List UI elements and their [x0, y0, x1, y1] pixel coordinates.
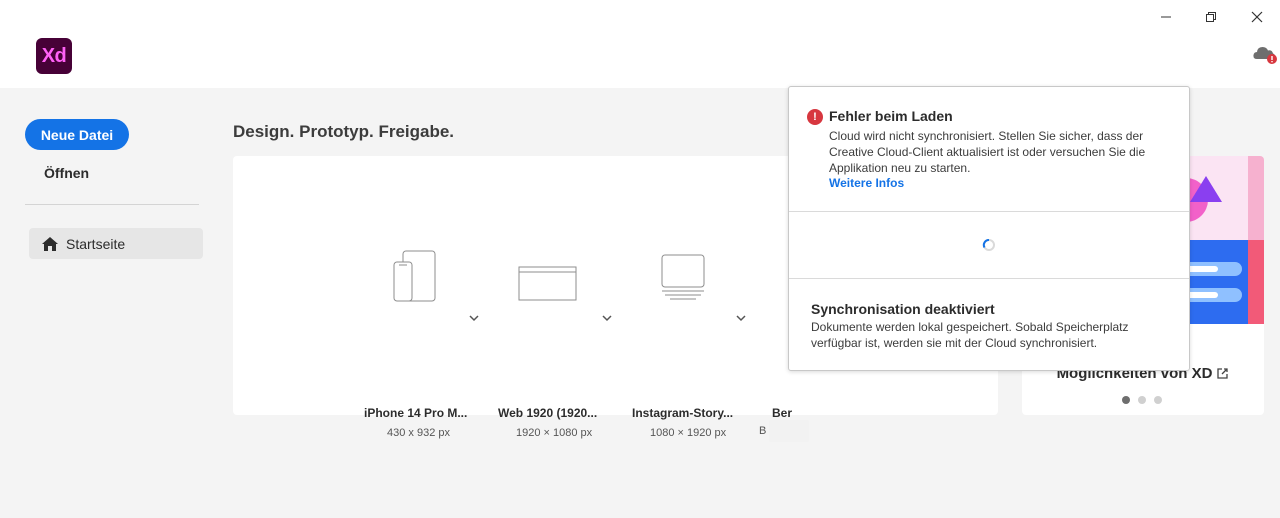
chevron-down-icon[interactable]: [735, 313, 747, 323]
chevron-down-icon[interactable]: [601, 313, 613, 323]
close-icon: [1251, 11, 1263, 23]
tablet-icon: [631, 250, 735, 302]
web-icon: [497, 250, 599, 302]
sidebar-divider: [25, 204, 199, 205]
cloud-sync-error-button[interactable]: [1252, 44, 1278, 66]
sync-title: Synchronisation deaktiviert: [811, 301, 995, 317]
close-button[interactable]: [1246, 6, 1268, 28]
alert-icon: !: [807, 109, 823, 125]
more-info-link[interactable]: Weitere Infos: [829, 176, 904, 190]
sidebar-item-home[interactable]: Startseite: [29, 228, 203, 259]
preset-iphone[interactable]: iPhone 14 Pro M... 430 x 932 px: [363, 250, 467, 439]
error-message: Cloud wird nicht synchronisiert. Stellen…: [829, 129, 1146, 175]
home-icon: [42, 236, 58, 251]
minimize-icon: [1161, 16, 1171, 18]
preset-size: 1920 × 1080 px: [516, 427, 593, 439]
carousel-dot[interactable]: [1122, 396, 1130, 404]
xd-logo: Xd: [36, 38, 72, 74]
external-link-icon: [1217, 368, 1229, 379]
title-bar: Xd: [0, 0, 1280, 88]
preset-name: Ber: [772, 406, 793, 420]
carousel-dot[interactable]: [1138, 396, 1146, 404]
preset-size: 1080 × 1920 px: [650, 427, 727, 439]
error-section: ! Fehler beim Laden Cloud wird nicht syn…: [789, 87, 1189, 212]
carousel-dots: [1122, 396, 1162, 404]
page-tagline: Design. Prototyp. Freigabe.: [233, 122, 455, 141]
preset-name: iPhone 14 Pro M...: [364, 406, 468, 420]
cloud-error-icon: [1253, 47, 1277, 64]
preset-name: Web 1920 (1920...: [498, 406, 598, 420]
open-button[interactable]: Öffnen: [44, 165, 89, 181]
phone-icon: [363, 250, 467, 302]
restore-icon: [1206, 12, 1216, 22]
custom-size-input[interactable]: [769, 420, 809, 442]
carousel-dot[interactable]: [1154, 396, 1162, 404]
error-title: Fehler beim Laden: [829, 108, 953, 124]
new-file-button[interactable]: Neue Datei: [25, 119, 129, 150]
preset-size: B: [759, 425, 767, 437]
preset-size: 430 x 932 px: [387, 427, 450, 439]
sync-message: Dokumente werden lokal gespeichert. Soba…: [811, 320, 1129, 350]
chevron-down-icon[interactable]: [468, 313, 480, 323]
loading-section: [789, 212, 1189, 279]
preset-instagram[interactable]: Instagram-Story... 1080 × 1920 px: [631, 250, 735, 439]
minimize-button[interactable]: [1155, 6, 1177, 28]
restore-button[interactable]: [1200, 6, 1222, 28]
sidebar-item-label: Startseite: [66, 235, 126, 252]
preset-web[interactable]: Web 1920 (1920... 1920 × 1080 px: [497, 250, 599, 439]
cloud-status-popup: ! Fehler beim Laden Cloud wird nicht syn…: [788, 86, 1190, 371]
spinner-icon: [982, 239, 995, 251]
preset-name: Instagram-Story...: [632, 406, 734, 420]
